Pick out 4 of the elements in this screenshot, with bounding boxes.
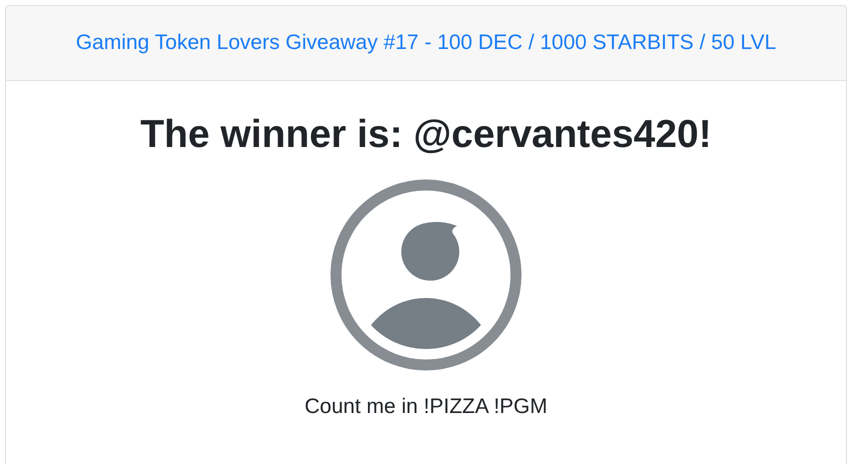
giveaway-link[interactable]: Gaming Token Lovers Giveaway #17 - 100 DEC / 1000 STARBITS / 50 LVL [76, 27, 776, 59]
winner-comment: Count me in !PIZZA !PGM [304, 394, 548, 420]
winner-title: The winner is: @cervantes420! [140, 112, 712, 158]
avatar-icon [330, 179, 522, 371]
